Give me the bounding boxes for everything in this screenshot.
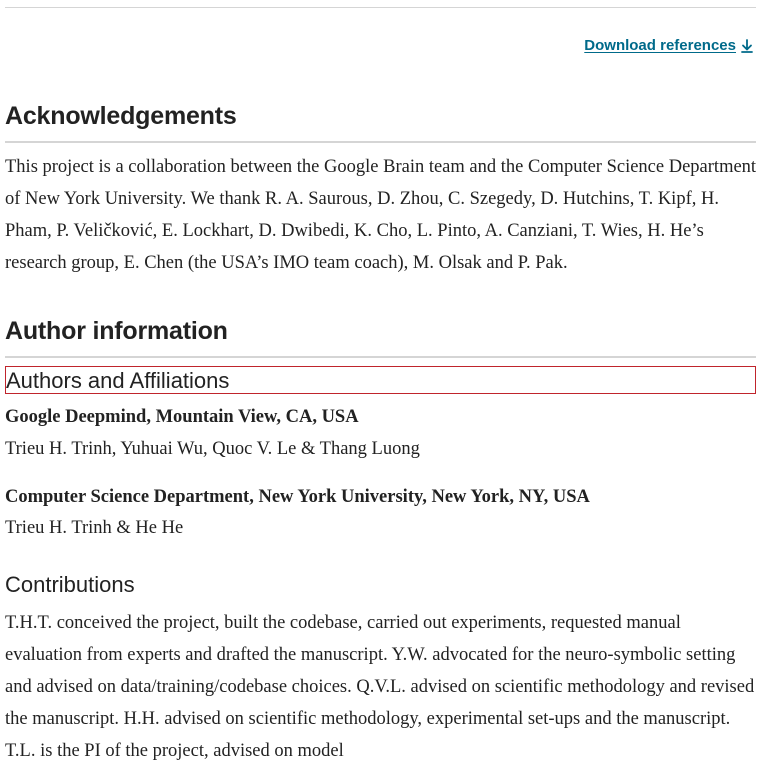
acknowledgements-text: This project is a collaboration between … [5,157,757,273]
author-information-divider [5,356,756,358]
acknowledgements-divider [5,141,756,143]
top-divider [5,7,756,8]
authors-affiliations-heading[interactable]: Authors and Affiliations [5,366,756,394]
author-information-heading: Author information [5,317,228,345]
contributions-heading: Contributions [5,572,135,597]
download-arrow-icon [741,38,753,53]
affiliation-name: Google Deepmind, Mountain View, CA, USA [5,407,359,427]
affiliation-authors: Trieu H. Trinh & He He [5,518,184,538]
acknowledgements-heading: Acknowledgements [5,102,237,130]
download-references-label: Download references [584,37,736,54]
affiliation-name: Computer Science Department, New York Un… [5,487,590,507]
affiliation-authors: Trieu H. Trinh, Yuhuai Wu, Quoc V. Le & … [5,439,420,459]
download-references-link[interactable]: Download references [584,37,754,54]
contributions-text: T.H.T. conceived the project, built the … [5,613,755,760]
